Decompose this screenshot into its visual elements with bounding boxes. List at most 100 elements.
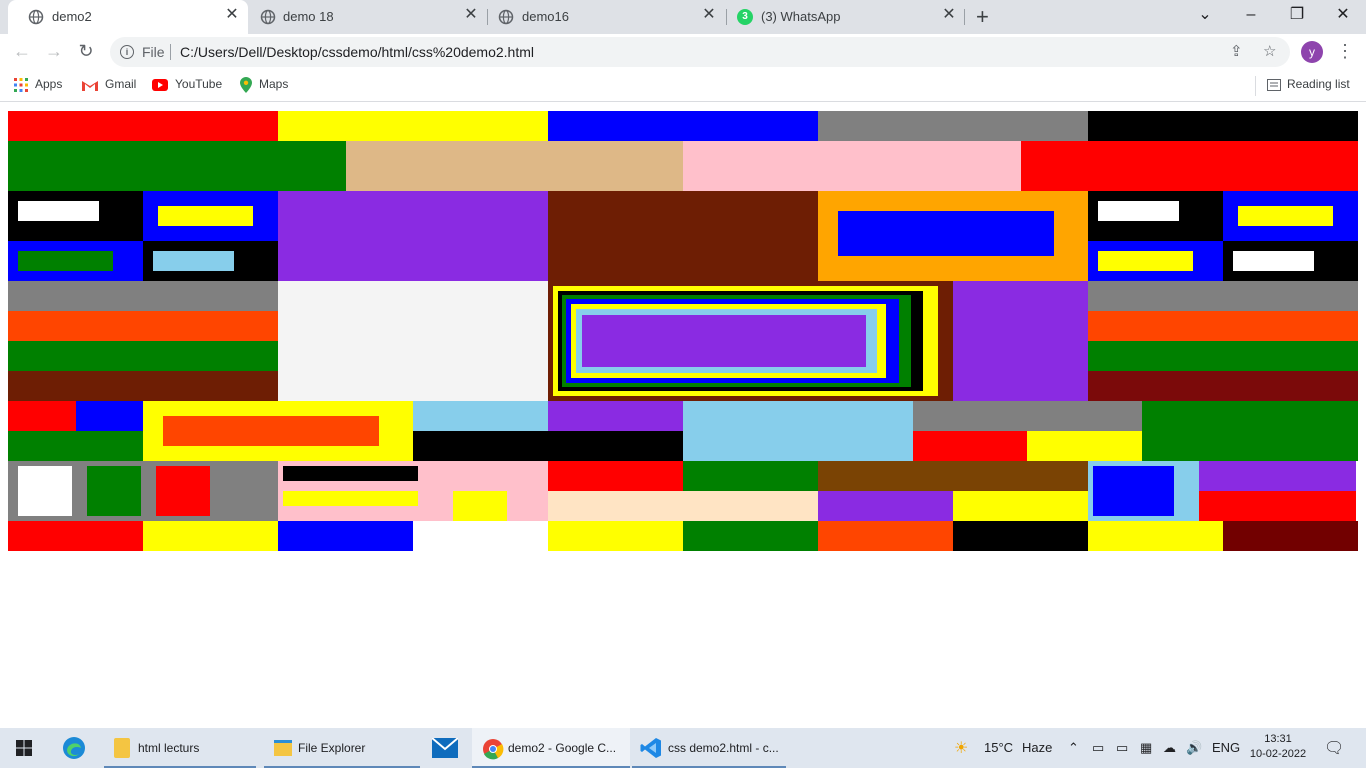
- whatsapp-icon: 3: [737, 9, 753, 25]
- back-button[interactable]: ←: [10, 39, 34, 63]
- minimize-button[interactable]: –: [1239, 5, 1263, 25]
- weather-haze-icon[interactable]: ☀: [954, 738, 968, 758]
- reload-button[interactable]: ↻: [74, 39, 98, 63]
- new-tab-button[interactable]: +: [976, 5, 989, 29]
- close-icon[interactable]: ✕: [224, 7, 240, 23]
- menu-kebab-icon[interactable]: ⋮: [1336, 41, 1354, 61]
- inner-bar: [18, 251, 113, 271]
- network-icon[interactable]: ▦: [1140, 740, 1152, 756]
- color-box: [683, 461, 818, 491]
- scheme-label: File: [142, 44, 165, 60]
- address-bar[interactable]: i File C:/Users/Dell/Desktop/cssdemo/htm…: [110, 37, 1290, 67]
- language-indicator[interactable]: ENG: [1212, 740, 1240, 755]
- battery-icon[interactable]: ▭: [1116, 740, 1128, 756]
- mail-icon[interactable]: [432, 738, 458, 758]
- inner-square: [1093, 466, 1174, 516]
- color-stripe: [8, 311, 278, 341]
- share-icon[interactable]: ⇪: [1230, 42, 1243, 62]
- chrome-icon: [483, 739, 504, 760]
- color-box: [413, 401, 548, 431]
- close-icon[interactable]: ✕: [701, 7, 717, 23]
- file-explorer-icon: [274, 740, 292, 756]
- inner-square: [156, 466, 210, 516]
- color-box: [1199, 491, 1356, 521]
- bookmarks-bar: Apps Gmail YouTube Maps Reading list: [0, 70, 1366, 102]
- taskbar-label: File Explorer: [298, 741, 366, 755]
- bookmark-label: YouTube: [175, 77, 223, 91]
- taskbar-item-file-explorer[interactable]: File Explorer: [264, 728, 420, 768]
- tab-demo16[interactable]: demo16 ✕: [488, 0, 726, 34]
- taskbar-item-html-lecturs[interactable]: html lecturs: [104, 728, 256, 768]
- taskbar-item-chrome[interactable]: demo2 - Google C...: [472, 728, 630, 768]
- bookmark-gmail[interactable]: Gmail: [82, 77, 136, 91]
- notification-icon[interactable]: 🗨: [1324, 738, 1344, 758]
- url-text[interactable]: C:/Users/Dell/Desktop/cssdemo/html/css%2…: [180, 44, 534, 60]
- bookmark-maps[interactable]: Maps: [240, 77, 288, 93]
- volume-icon[interactable]: 🔊: [1186, 740, 1202, 756]
- color-box: [76, 401, 143, 431]
- inner-bar: [1098, 251, 1193, 271]
- reading-list-icon: [1267, 78, 1281, 91]
- taskbar: html lecturs File Explorer demo2 - Googl…: [0, 728, 1366, 768]
- color-box: [548, 401, 683, 431]
- tab-search-chevron-icon[interactable]: ⌄: [1193, 5, 1217, 25]
- color-box: [683, 141, 1021, 191]
- weather-condition: Haze: [1022, 740, 1053, 755]
- weather-temp: 15°C: [984, 740, 1014, 755]
- windows-start-icon[interactable]: [16, 740, 32, 756]
- bookmark-label: Gmail: [105, 77, 137, 91]
- meet-icon[interactable]: ▭: [1092, 740, 1104, 756]
- restore-button[interactable]: ❐: [1285, 5, 1309, 25]
- color-box: [1027, 431, 1142, 461]
- color-box: [278, 111, 548, 141]
- bookmark-star-icon[interactable]: ☆: [1263, 42, 1276, 62]
- vscode-icon: [640, 738, 661, 758]
- tab-whatsapp[interactable]: 3 (3) WhatsApp ✕: [727, 0, 965, 34]
- color-box: [953, 491, 1088, 521]
- tab-label: demo 18: [283, 9, 334, 24]
- bookmark-label: Maps: [259, 77, 289, 92]
- clock-date: 10-02-2022: [1249, 748, 1307, 760]
- tab-label: demo2: [52, 9, 92, 24]
- color-box: [548, 191, 818, 281]
- color-box: [953, 521, 1088, 551]
- folder-icon: [114, 738, 130, 758]
- inner-bar: [158, 206, 253, 226]
- info-icon[interactable]: i: [120, 45, 134, 59]
- color-box: [683, 401, 913, 461]
- bookmark-youtube[interactable]: YouTube: [152, 77, 222, 91]
- bookmark-apps[interactable]: Apps: [14, 77, 62, 92]
- color-box: [1088, 111, 1358, 141]
- chevron-up-icon[interactable]: ⌃: [1068, 740, 1079, 756]
- color-box: [818, 491, 953, 521]
- inner-square: [87, 466, 141, 516]
- color-box: [548, 461, 683, 491]
- close-icon[interactable]: ✕: [463, 7, 479, 23]
- taskbar-item-vscode[interactable]: css demo2.html - c...: [632, 728, 786, 768]
- color-stripe: [8, 281, 278, 311]
- color-box: [913, 431, 1027, 461]
- close-window-button[interactable]: ✕: [1331, 5, 1355, 25]
- page-viewport: [0, 103, 1366, 728]
- onedrive-icon[interactable]: ☁: [1163, 740, 1176, 756]
- color-box: [8, 141, 346, 191]
- system-clock[interactable]: 13:31 10-02-2022: [1244, 732, 1312, 762]
- color-stripe: [1088, 281, 1358, 311]
- close-icon[interactable]: ✕: [941, 7, 957, 23]
- color-stripe: [8, 371, 278, 401]
- color-box: [278, 281, 548, 401]
- reading-list-button[interactable]: Reading list: [1267, 77, 1350, 91]
- tab-demo-18[interactable]: demo 18 ✕: [248, 0, 488, 34]
- color-stripe: [8, 341, 278, 371]
- color-box: [1021, 141, 1358, 191]
- forward-button[interactable]: →: [42, 39, 66, 63]
- apps-grid-icon: [14, 77, 28, 92]
- tab-demo2[interactable]: demo2 ✕: [8, 0, 248, 34]
- color-box: [1199, 461, 1356, 491]
- profile-avatar[interactable]: y: [1301, 41, 1323, 63]
- bookmark-label: Apps: [35, 77, 63, 91]
- inner-bar: [163, 416, 379, 446]
- edge-icon[interactable]: [62, 736, 86, 760]
- color-box: [8, 111, 278, 141]
- color-box: [346, 141, 683, 191]
